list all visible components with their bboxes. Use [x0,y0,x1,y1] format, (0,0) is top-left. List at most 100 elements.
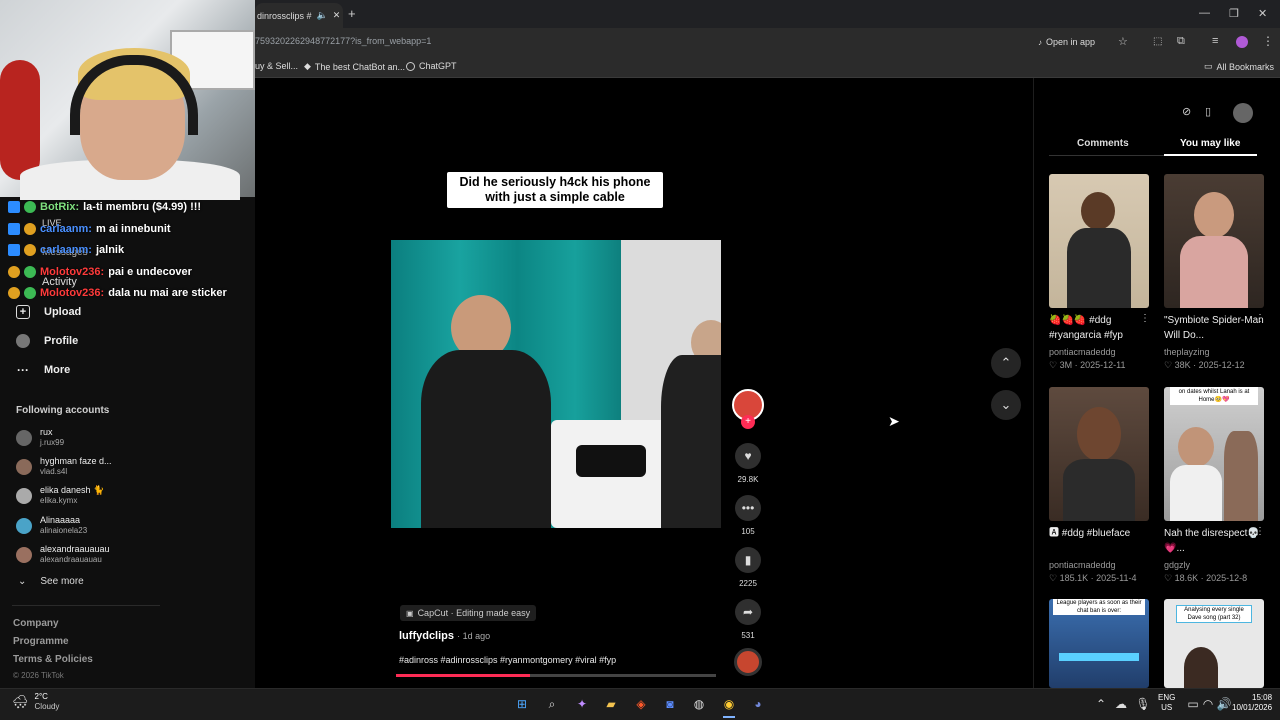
red-chair [0,60,40,180]
following-account[interactable]: elika danesh 🐈 elika.kymx [16,485,104,506]
suggested-thumbnail[interactable]: League players as soon as their chat ban… [1049,599,1149,688]
bookmark-item[interactable]: uy & Sell... [255,61,298,71]
file-explorer-icon[interactable]: ▰ [603,696,619,712]
user-avatar[interactable] [1233,103,1253,123]
see-more-button[interactable]: ⌄ See more [18,576,84,587]
comment-button[interactable]: ••• 105 [734,495,762,536]
more-options-icon[interactable]: ⋮ [1255,313,1265,324]
chat-line: BotRix: la-ti membru ($4.99) !!! [8,201,201,213]
suggested-title[interactable]: 🍓🍓🍓 #ddg #ryangarcia #fyp [1049,313,1149,343]
compass-icon[interactable]: ⊘ [1182,105,1191,118]
discord-icon[interactable]: ◕ [750,696,766,712]
monitor-icon[interactable]: ▭ [1185,696,1201,712]
active-app-indicator [723,716,735,718]
puzzle-icon[interactable]: ⧉ [1177,35,1185,48]
open-in-app-button[interactable]: ♪ Open in app [1038,37,1095,47]
suggested-thumbnail[interactable]: Analysing every single Dave song (part 3… [1164,599,1264,688]
footer-link[interactable]: Programme [13,636,69,647]
chat-user: Molotov236: [40,266,105,278]
plus-icon: + [16,305,30,319]
suggested-thumbnail[interactable]: on dates whilst Lanah is at Home🥺💖 [1164,387,1264,521]
tab-mute-icon[interactable]: 🔈 [317,10,328,21]
restore-icon[interactable]: ❐ [1229,7,1239,20]
obs-icon[interactable]: ◍ [691,696,707,712]
sidebar-item-more[interactable]: ··· More [16,363,70,377]
sidebar-item-profile[interactable]: Profile [16,334,78,348]
suggested-thumbnail[interactable] [1049,387,1149,521]
windows-start-icon[interactable]: ⊞ [514,696,530,712]
tab-close-icon[interactable]: ✕ [333,10,341,21]
suggested-thumbnail[interactable] [1049,174,1149,308]
suggested-author[interactable]: pontiacmadeddg [1049,560,1116,570]
sidebar-item-label: More [44,364,71,376]
save-button[interactable]: ▮ 2225 [734,547,762,588]
suggested-author[interactable]: theplayzing [1164,347,1210,357]
following-accounts-title: Following accounts [16,405,110,416]
volume-icon[interactable]: 🔊 [1216,696,1232,712]
footer-link[interactable]: Company [13,618,59,629]
extension-icon[interactable]: ⬚ [1153,36,1162,47]
sidebar-item-upload[interactable]: + Upload [16,305,81,319]
sub-badge-icon [8,266,20,278]
comment-count: 105 [741,527,755,536]
minimize-icon[interactable]: — [1199,7,1210,19]
language-indicator[interactable]: ENG US [1158,693,1175,713]
more-options-icon[interactable]: ⋮ [1255,526,1265,537]
close-window-icon[interactable]: ✕ [1258,7,1267,20]
following-account[interactable]: hyghman faze d... vlad.s4l [16,456,112,477]
suggested-author[interactable]: pontiacmadeddg [1049,347,1116,357]
bookmark-item[interactable]: ◆ The best ChatBot an... [304,61,405,72]
chrome-icon[interactable]: ◉ [721,696,737,712]
brave-icon[interactable]: ◈ [633,696,649,712]
suggested-thumbnail[interactable] [1164,174,1264,308]
suggested-meta: ♡ 18.6K · 2025-12-8 [1164,573,1248,583]
video-hashtags[interactable]: #adinross #adinrossclips #ryanmontgomery… [399,655,616,665]
progress-track[interactable] [396,674,716,677]
video-author[interactable]: luffydclips · 1d ago [399,630,490,642]
onedrive-icon[interactable]: ☁ [1113,696,1129,712]
all-bookmarks[interactable]: ▭ All Bookmarks [1204,61,1274,72]
like-button[interactable]: ♥ 29.8K [734,443,762,484]
more-options-icon[interactable]: ⋮ [1140,313,1150,324]
device-icon[interactable]: ▯ [1205,105,1211,118]
chat-line: Molotov236: pai e undecover [8,266,192,278]
app-icon[interactable]: ◙ [662,696,678,712]
share-button[interactable]: ➦ 531 [734,599,762,640]
suggested-title[interactable]: "Symbiote Spider-Man Will Do... [1164,313,1264,343]
wifi-icon[interactable]: ◠ [1200,696,1216,712]
following-account[interactable]: rux j.rux99 [16,427,64,448]
new-tab-icon[interactable]: + [348,6,356,21]
suggested-title[interactable]: Nah the disrespect💀💗... [1164,526,1264,556]
previous-video-button[interactable]: ⌃ [991,348,1021,378]
tab-comments[interactable]: Comments [1077,138,1129,149]
bookmark-star-icon[interactable]: ☆ [1118,35,1128,48]
chevron-up-icon[interactable]: ⌃ [1093,696,1109,712]
search-icon[interactable]: ⌕ [544,696,560,712]
following-account[interactable]: Alinaaaaa alinaionela23 [16,515,87,536]
chat-user: carlaanm: [40,223,92,235]
url-field[interactable]: 7593202262948772177?is_from_webapp=1 [255,36,431,46]
follow-plus-icon[interactable]: + [741,415,755,429]
avatar [16,458,32,475]
video-player[interactable] [391,240,721,528]
weather-widget[interactable]: 🌨 2°C Cloudy [12,692,59,712]
copilot-icon[interactable]: ✦ [574,696,590,712]
reading-list-icon[interactable]: ≡ [1212,35,1218,47]
mic-icon[interactable]: 🎙 [1135,696,1151,712]
bookmark-item[interactable]: ChatGPT [406,61,457,71]
browser-tab[interactable]: dinrossclips # 🔈 ✕ [255,3,343,28]
capcut-chip[interactable]: ▣ CapCut · Editing made easy [400,605,537,621]
browser-menu-icon[interactable]: ⋮ [1262,34,1274,48]
following-account[interactable]: alexandraauauau alexandraauauau [16,544,110,565]
suggested-title[interactable]: 🅰 #ddg #blueface [1049,526,1149,541]
profile-avatar[interactable] [1236,36,1248,48]
next-video-button[interactable]: ⌄ [991,390,1021,420]
suggested-author[interactable]: gdgzly [1164,560,1190,570]
tab-you-may-like[interactable]: You may like [1180,138,1240,149]
music-disc-icon[interactable] [734,648,762,676]
footer-link[interactable]: Terms & Policies [13,654,93,665]
tiktok-icon: ♪ [1038,37,1042,47]
clock[interactable]: 15:08 10/01/2026 [1232,693,1272,713]
sidebar-item-label: Upload [44,306,82,318]
person-left-body [421,350,551,528]
